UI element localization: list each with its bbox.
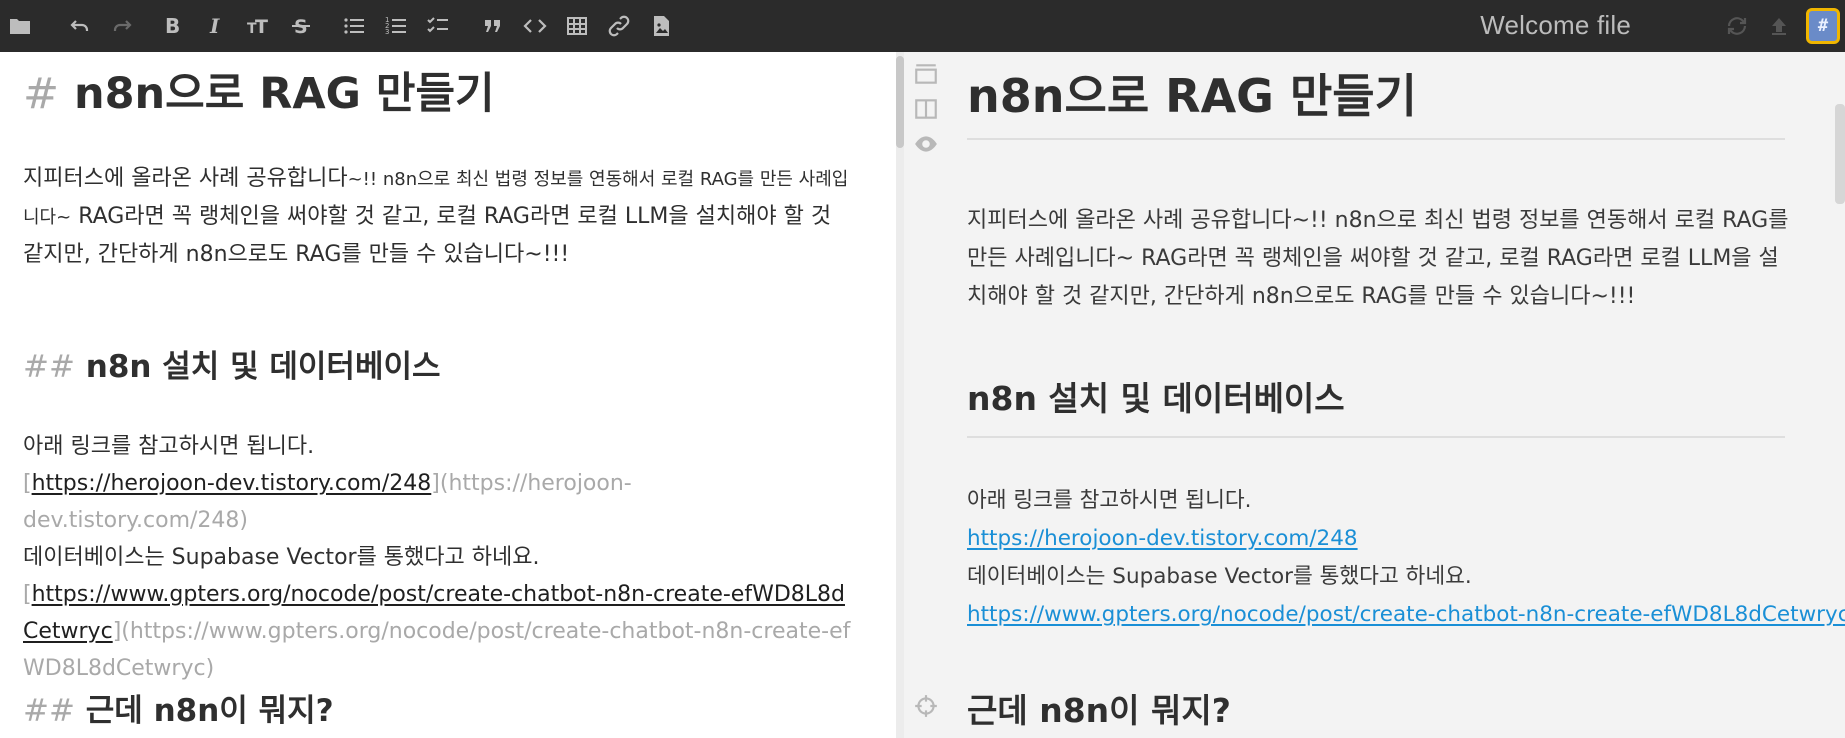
split-view-icon[interactable]	[912, 95, 940, 123]
editor-h2-install: ## n8n 설치 및 데이터베이스	[23, 344, 441, 390]
preview-link-2[interactable]: https://www.gpters.org/nocode/post/creat…	[967, 602, 1845, 627]
editor-paragraph-1: 지피터스에 올라온 사례 공유합니다~!! n8n으로 최신 법령 정보를 연동…	[23, 160, 856, 273]
preview-paragraph-2: 아래 링크를 참고하시면 됩니다. https://herojoon-dev.t…	[967, 482, 1845, 634]
line-1: 아래 링크를 참고하시면 됩니다.	[23, 434, 315, 459]
preview-line-2: 데이터베이스는 Supabase Vector를 통했다고 하네요.	[967, 564, 1472, 589]
sync-icon[interactable]	[1719, 8, 1755, 44]
editor-scrollbar-track[interactable]	[896, 52, 904, 738]
preview-link-1[interactable]: https://herojoon-dev.tistory.com/248	[967, 526, 1358, 551]
file-title[interactable]: Welcome file	[1480, 10, 1631, 41]
heading-mark: ##	[23, 349, 75, 385]
editor-h2-what-text: 근데 n8n이 뭐지?	[85, 693, 334, 729]
publish-icon[interactable]	[1761, 8, 1797, 44]
bulleted-list-icon[interactable]	[336, 8, 372, 44]
redo-icon[interactable]	[104, 8, 140, 44]
editor-h1: # n8n으로 RAG 만들기	[23, 62, 495, 126]
svg-text:3: 3	[385, 28, 389, 36]
h2-divider	[967, 436, 1785, 438]
toolbar: B I TT S 123 Welcome file #	[0, 0, 1845, 52]
heading-mark: ##	[23, 693, 75, 729]
link-line-1: [https://herojoon-dev.tistory.com/248](h…	[23, 471, 632, 533]
editor-scrollbar-thumb[interactable]	[896, 56, 904, 148]
quote-icon[interactable]	[475, 8, 511, 44]
editor-paragraph-2: 아래 링크를 참고하시면 됩니다. [https://herojoon-dev.…	[23, 428, 856, 687]
scroll-sync-icon[interactable]	[912, 692, 940, 720]
preview-pane: n8n으로 RAG 만들기 지피터스에 올라온 사례 공유합니다~!! n8n으…	[904, 52, 1845, 738]
strikethrough-icon[interactable]: S	[283, 8, 319, 44]
preview-eye-icon[interactable]	[912, 130, 940, 158]
markdown-editor[interactable]: # n8n으로 RAG 만들기 지피터스에 올라온 사례 공유합니다~!! n8…	[0, 52, 896, 738]
image-icon[interactable]	[643, 8, 679, 44]
checklist-icon[interactable]	[420, 8, 456, 44]
editor-h2-what: ## 근데 n8n이 뭐지?	[23, 688, 334, 734]
preview-paragraph-1: 지피터스에 올라온 사례 공유합니다~!! n8n으로 최신 법령 정보를 연동…	[967, 208, 1789, 309]
undo-icon[interactable]	[62, 8, 98, 44]
editor-h2-install-text: n8n 설치 및 데이터베이스	[85, 349, 441, 385]
h1-divider	[967, 138, 1785, 140]
editor-h1-text: n8n으로 RAG 만들기	[74, 69, 495, 119]
bold-icon[interactable]: B	[154, 8, 190, 44]
editor-link-2-url: (https://www.gpters.org/nocode/post/crea…	[23, 619, 851, 681]
svg-text:T: T	[255, 16, 268, 38]
svg-text:I: I	[209, 14, 220, 38]
code-icon[interactable]	[517, 8, 553, 44]
italic-icon[interactable]: I	[197, 8, 233, 44]
heading-mark: #	[23, 69, 60, 119]
link-line-2: [https://www.gpters.org/nocode/post/crea…	[23, 582, 851, 681]
heading-icon[interactable]: TT	[240, 8, 276, 44]
p1-part2: RAG라면 꼭 랭체인을 써야할 것 같고, 로컬 RAG라면 로컬 LLM을 …	[23, 204, 832, 267]
workspace-badge[interactable]: #	[1806, 8, 1840, 44]
line-2: 데이터베이스는 Supabase Vector를 통했다고 하네요.	[23, 545, 540, 570]
preview-scrollbar-thumb[interactable]	[1835, 104, 1845, 204]
preview-h2-what: 근데 n8n이 뭐지?	[967, 691, 1231, 730]
link-icon[interactable]	[601, 8, 637, 44]
preview-h1: n8n으로 RAG 만들기	[967, 69, 1417, 123]
preview-line-1: 아래 링크를 참고하시면 됩니다.	[967, 488, 1252, 513]
table-icon[interactable]	[559, 8, 595, 44]
p1-part1: 지피터스에 올라온 사례 공유합니다	[23, 166, 348, 191]
preview-h2-install: n8n 설치 및 데이터베이스	[967, 379, 1345, 418]
editor-link-1[interactable]: https://herojoon-dev.tistory.com/248	[32, 471, 432, 496]
folder-icon[interactable]	[2, 8, 38, 44]
numbered-list-icon[interactable]: 123	[378, 8, 414, 44]
svg-text:B: B	[165, 14, 180, 38]
toc-icon[interactable]	[912, 60, 940, 88]
